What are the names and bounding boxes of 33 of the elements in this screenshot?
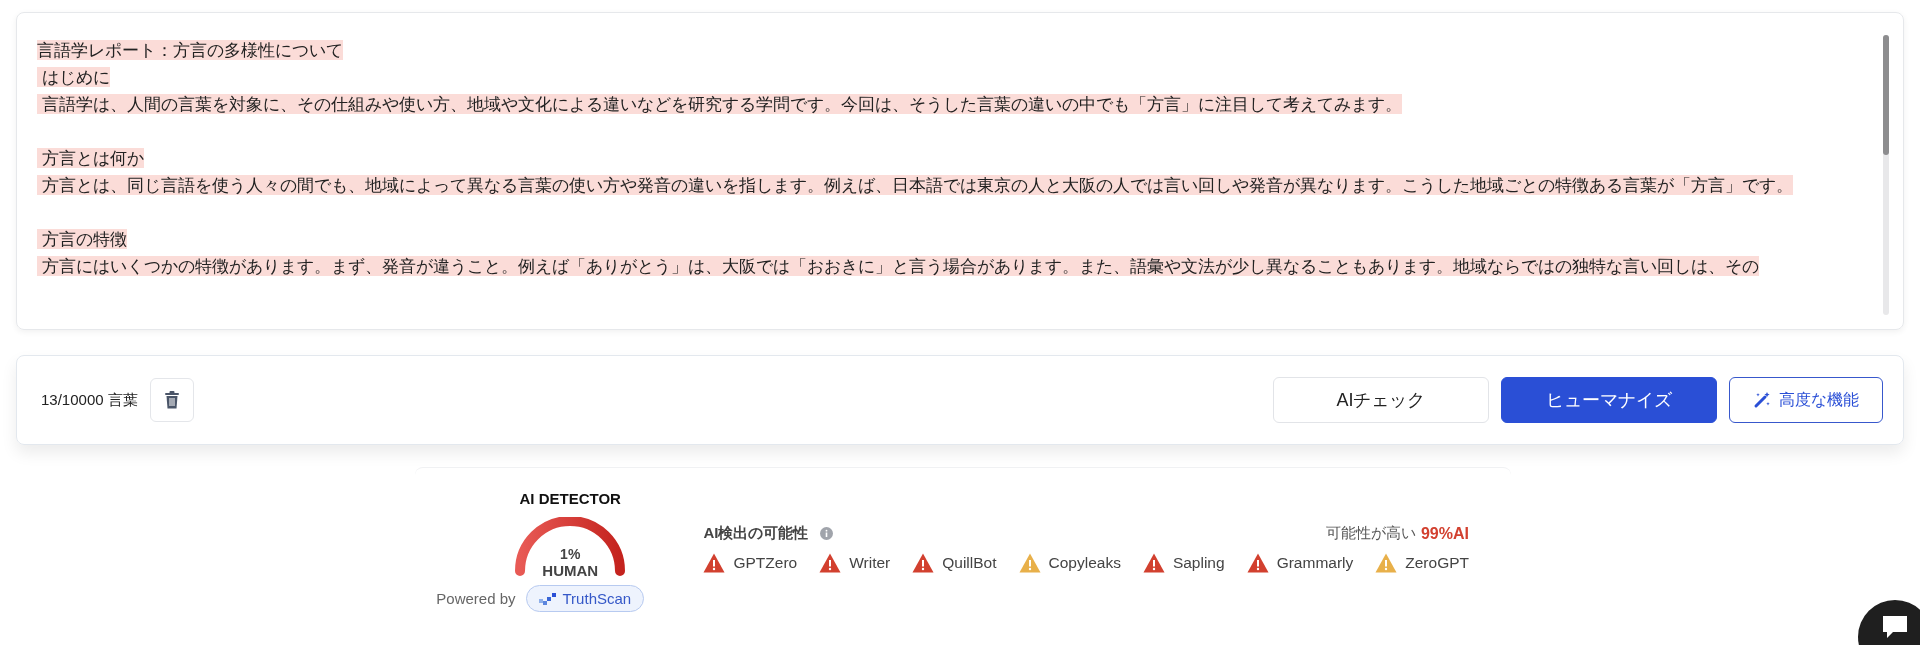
paragraph: 方言にはいくつかの特徴があります。まず、発音が違うこと。例えば「ありがとう」は、大阪では「おおきに」と言う場合があります。また、語彙や文法が少し異なることもあります。地域ならではの独特な言い回しは、その: [37, 256, 1759, 276]
section-heading: はじめに: [37, 67, 110, 87]
magic-wand-icon: [1753, 391, 1771, 409]
paragraph: 言語学は、人間の言葉を対象に、その仕組みや使い方、地域や文化による違いなどを研究する学問です。今回は、そうした言葉の違いの中でも「方言」に注目して考えてみます。: [37, 94, 1402, 114]
logo-icon: [538, 592, 557, 605]
likelihood-label: AI検出の可能性: [703, 524, 809, 543]
verdict-text: 可能性が高い: [1325, 524, 1416, 543]
scrollbar[interactable]: [1883, 35, 1889, 315]
detector-name: ZeroGPT: [1405, 554, 1469, 572]
action-button[interactable]: ヒューマナイズ: [1501, 377, 1717, 423]
brand-link[interactable]: TruthScan: [525, 585, 645, 612]
detector-name: Grammarly: [1276, 554, 1354, 572]
powered-by-label: Powered by: [436, 590, 516, 607]
gauge-label: HUMAN: [542, 562, 599, 579]
word-count: 13/10000 言葉: [41, 390, 138, 410]
verdict-score: 99%AI: [1420, 524, 1469, 543]
detector-name: Copyleaks: [1048, 554, 1121, 572]
paragraph: 方言とは、同じ言語を使う人々の間でも、地域によって異なる言葉の使い方や発音の違いを指します。例えば、日本語では東京の人と大阪の人では言い回しや発音が異なります。こうした地域ごとの特徴ある言葉が「方言」です。: [37, 175, 1793, 195]
detector-name: Sapling: [1172, 554, 1225, 572]
detector-name: QuillBot: [942, 554, 997, 572]
detector-name: GPTZero: [733, 554, 798, 572]
chat-icon: [1881, 614, 1909, 640]
section-heading: 方言とは何か: [37, 148, 144, 168]
gauge-value: 1%: [560, 546, 581, 562]
trash-icon: [163, 391, 180, 409]
report-title: 言語学レポート：方言の多様性について: [37, 40, 343, 60]
delete-button[interactable]: [149, 378, 194, 422]
detector-title: AI DETECTOR: [519, 490, 621, 507]
action-button[interactable]: AIチェック: [1273, 377, 1489, 423]
section-heading: 方言の特徴: [37, 229, 127, 249]
action-button[interactable]: 高度な機能: [1729, 377, 1883, 423]
detector-name: Writer: [849, 554, 891, 572]
text-editor[interactable]: [16, 12, 1904, 330]
